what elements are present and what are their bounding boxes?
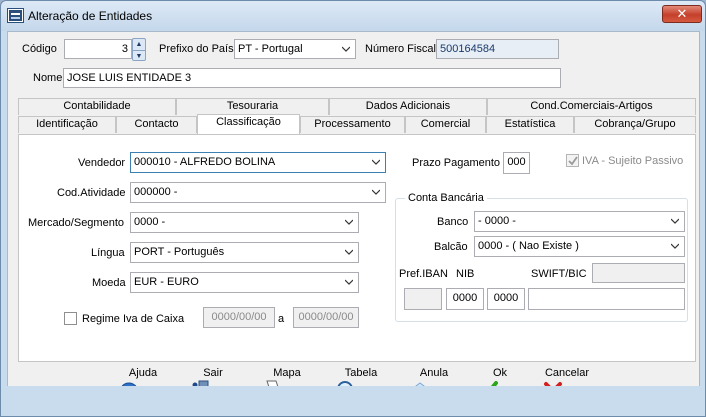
- regime-date-to[interactable]: 0000/00/00: [293, 307, 359, 328]
- codigo-label: Código: [22, 43, 57, 55]
- tab-contacto[interactable]: Contacto: [116, 116, 197, 133]
- mercado-select[interactable]: 0000 -: [130, 212, 359, 233]
- cancelar-label: Cancelar: [544, 367, 590, 379]
- conta-bancaria-title: Conta Bancária: [405, 192, 487, 204]
- title-bar[interactable]: Alteração de Entidades ✕: [1, 1, 705, 31]
- regime-iva-label[interactable]: Regime Iva de Caixa: [82, 313, 184, 325]
- chevron-down-icon: [671, 243, 679, 249]
- mercado-label: Mercado/Segmento: [28, 217, 124, 229]
- chevron-down-icon: [345, 219, 353, 225]
- lingua-value: PORT - Português: [134, 246, 225, 258]
- nif-field[interactable]: 500164584: [436, 39, 559, 59]
- tab-dados-adicionais[interactable]: Dados Adicionais: [329, 98, 487, 115]
- sair-label: Sair: [203, 367, 223, 379]
- close-icon: ✕: [676, 6, 688, 21]
- codigo-spinner[interactable]: ▲ ▼: [132, 38, 146, 61]
- balcao-select[interactable]: 0000 - ( Nao Existe ): [474, 236, 685, 257]
- swift-label: SWIFT/BIC: [531, 268, 587, 280]
- tab-cond-comerciais-artigos[interactable]: Cond.Comerciais-Artigos: [487, 98, 696, 115]
- regime-date-separator: a: [278, 313, 285, 325]
- nome-input[interactable]: JOSE LUIS ENTIDADE 3: [63, 68, 561, 88]
- status-bar: [1, 386, 705, 416]
- cod-atividade-select[interactable]: 000000 -: [130, 182, 386, 203]
- pref-iban-field[interactable]: [404, 288, 442, 310]
- mapa-label: Mapa: [273, 367, 301, 379]
- banco-label: Banco: [437, 216, 469, 228]
- chevron-down-icon: [342, 46, 350, 52]
- tab-comercial[interactable]: Comercial: [405, 116, 486, 133]
- ajuda-label: Ajuda: [128, 367, 158, 379]
- conta-bancaria-group: Conta Bancária Banco - 0000 - Balcão 000…: [395, 192, 688, 322]
- chevron-down-icon: [345, 279, 353, 285]
- prefixo-select[interactable]: PT - Portugal: [234, 39, 356, 59]
- vendedor-label: Vendedor: [78, 157, 126, 169]
- vendedor-select[interactable]: 000010 - ALFREDO BOLINA: [130, 152, 386, 173]
- vendedor-value: 000010 - ALFREDO BOLINA: [134, 156, 276, 168]
- anula-label: Anula: [419, 367, 449, 379]
- spin-up-icon[interactable]: ▲: [133, 39, 145, 50]
- application-window: Alteração de Entidades ✕ Código 3 ▲ ▼ Pr…: [0, 0, 706, 417]
- banco-select[interactable]: - 0000 -: [474, 211, 685, 232]
- window-title: Alteração de Entidades: [28, 9, 153, 23]
- tab-tesouraria[interactable]: Tesouraria: [176, 98, 329, 115]
- tab-identificacao[interactable]: Identificação: [18, 116, 116, 133]
- tab-classificacao[interactable]: Classificação: [197, 114, 300, 134]
- close-button[interactable]: ✕: [662, 5, 702, 23]
- iva-sujeito-checkbox: [566, 154, 579, 167]
- chevron-down-icon: [372, 159, 380, 165]
- cod-atividade-value: 000000 -: [134, 186, 178, 198]
- swift-top-field[interactable]: [592, 263, 685, 283]
- classificacao-panel: Vendedor 000010 - ALFREDO BOLINA Cod.Ati…: [18, 134, 696, 362]
- prazo-label: Prazo Pagamento: [412, 157, 501, 169]
- lingua-label: Língua: [91, 247, 125, 259]
- tab-cobranca-grupo[interactable]: Cobrança/Grupo: [574, 116, 696, 133]
- lingua-select[interactable]: PORT - Português: [130, 242, 359, 263]
- tab-contabilidade[interactable]: Contabilidade: [18, 98, 176, 115]
- form-area: Código 3 ▲ ▼ Prefixo do País PT - Portug…: [7, 31, 700, 411]
- iva-sujeito-label: IVA - Sujeito Passivo: [582, 155, 684, 167]
- checkmark-icon: [568, 156, 578, 166]
- cod-atividade-label: Cod.Atividade: [57, 187, 126, 199]
- codigo-input[interactable]: 3: [64, 39, 132, 59]
- chevron-down-icon: [671, 218, 679, 224]
- nome-label: Nome: [33, 72, 63, 84]
- nib-part2-field[interactable]: 0000: [487, 288, 525, 310]
- prefixo-value: PT - Portugal: [238, 43, 303, 55]
- balcao-label: Balcão: [434, 241, 468, 253]
- swift-bic-field[interactable]: [528, 288, 685, 310]
- moeda-select[interactable]: EUR - EURO: [130, 272, 359, 293]
- balcao-value: 0000 - ( Nao Existe ): [478, 240, 579, 252]
- ok-label: Ok: [492, 367, 508, 379]
- chevron-down-icon: [345, 249, 353, 255]
- regime-iva-checkbox[interactable]: [64, 312, 77, 325]
- mercado-value: 0000 -: [134, 216, 166, 228]
- moeda-label: Moeda: [92, 277, 126, 289]
- nif-label: Número Fiscal: [365, 43, 436, 55]
- nib-part1-field[interactable]: 0000: [446, 288, 484, 310]
- app-icon: [7, 8, 24, 23]
- banco-value: - 0000 -: [478, 215, 516, 227]
- regime-date-from[interactable]: 0000/00/00: [203, 307, 275, 328]
- moeda-value: EUR - EURO: [134, 276, 199, 288]
- prazo-input[interactable]: 000: [503, 152, 530, 174]
- prefixo-label: Prefixo do País: [159, 43, 234, 55]
- tab-processamento[interactable]: Processamento: [300, 116, 405, 133]
- chevron-down-icon: [372, 189, 380, 195]
- spin-down-icon[interactable]: ▼: [133, 50, 145, 61]
- pref-iban-label: Pref.IBAN: [399, 268, 448, 280]
- tabela-label: Tabela: [344, 367, 378, 379]
- tab-estatistica[interactable]: Estatística: [486, 116, 574, 133]
- nib-label: NIB: [456, 268, 475, 280]
